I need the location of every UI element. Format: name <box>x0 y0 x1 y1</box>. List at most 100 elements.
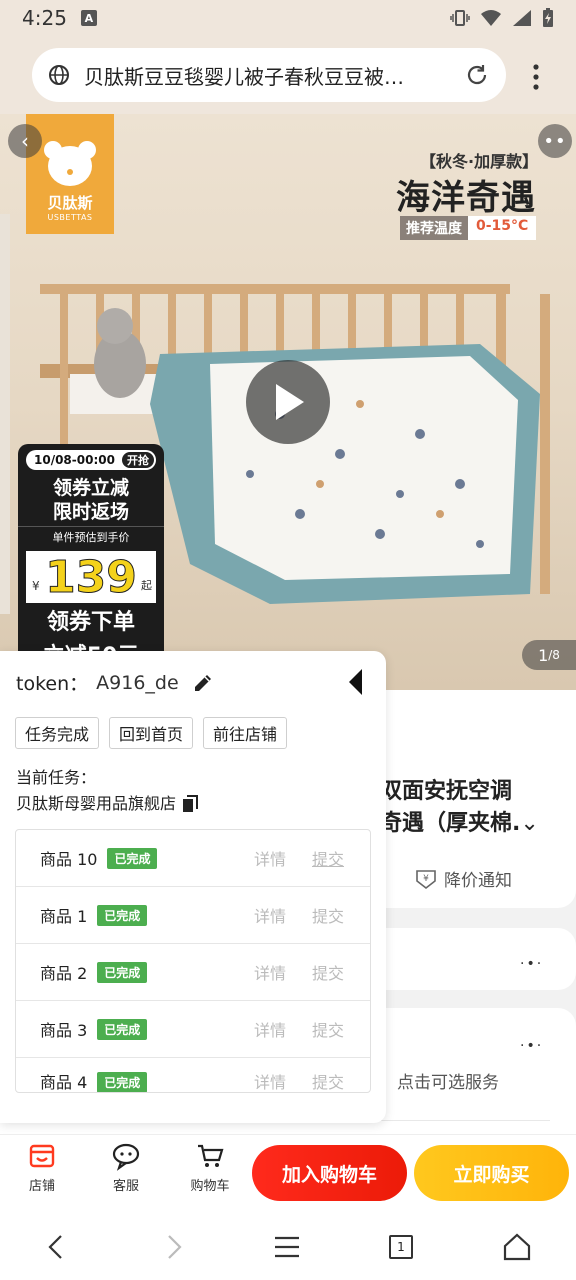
card-more-icon[interactable]: ·•· <box>520 956 548 972</box>
brand-name-en: USBETTAS <box>47 213 93 222</box>
status-bar: 4:25 A <box>0 0 576 36</box>
service-label: 客服 <box>112 1179 139 1194</box>
task-panel: token： A916_de 任务完成 回到首页 前往店铺 当前任务： 贝肽斯母… <box>0 651 386 1123</box>
chat-icon <box>112 1143 140 1171</box>
product-title-line2-text: 奇遇（厚夹棉. <box>380 811 521 836</box>
cart-button[interactable]: 购物车 <box>180 1141 240 1194</box>
signal-icon <box>513 10 531 26</box>
task-row: 商品 1 已完成 详情 提交 <box>16 887 370 944</box>
detail-link[interactable]: 详情 <box>254 846 286 870</box>
promo-currency: ¥ <box>32 579 40 593</box>
buy-now-button[interactable]: 立即购买 <box>414 1145 569 1201</box>
price-notify-button[interactable]: ¥ 降价通知 <box>414 866 512 891</box>
task-name: 商品 1 <box>40 907 88 926</box>
lamp-stand <box>0 214 10 614</box>
svg-text:¥: ¥ <box>423 874 429 884</box>
back-home-button[interactable]: 回到首页 <box>109 717 194 749</box>
price-tag-icon: ¥ <box>416 869 436 889</box>
task-row: 商品 4 已完成 详情 提交 <box>16 1058 370 1092</box>
gallery-counter: 1 /8 <box>522 640 576 670</box>
store-button[interactable]: 店铺 <box>12 1141 72 1194</box>
submit-link[interactable]: 提交 <box>312 903 344 927</box>
detail-link[interactable]: 详情 <box>254 960 286 984</box>
status-badge: 已完成 <box>107 847 158 869</box>
tabs-count: 1 <box>389 1235 413 1259</box>
edit-icon[interactable] <box>191 671 215 695</box>
status-badge: 已完成 <box>97 1018 148 1040</box>
product-gallery[interactable]: 贝肽斯 USBETTAS ‹ •• 【秋冬·加厚款】 海洋奇遇 推荐温度 0-1… <box>0 114 576 690</box>
temperature-value: 0-15°C <box>468 216 537 240</box>
cart-icon <box>198 1144 224 1167</box>
promo-price-suffix: 起 <box>141 579 152 592</box>
notification-icon: A <box>80 10 97 26</box>
service-more-icon[interactable]: ·•· <box>520 1038 548 1054</box>
detail-link[interactable]: 详情 <box>254 903 286 927</box>
promo-line3: 领券下单 <box>46 610 135 635</box>
play-button[interactable] <box>246 360 330 444</box>
token-value: A916_de <box>96 671 179 694</box>
service-button[interactable]: 客服 <box>96 1141 156 1194</box>
promo-open-label: 开抢 <box>122 452 154 468</box>
promo-line1: 领券立减 <box>52 477 129 499</box>
promo-badge: 10/08-00:00 开抢 领券立减 限时返场 单件预估到手价 ¥ 139 起… <box>18 444 164 664</box>
go-to-store-button[interactable]: 前往店铺 <box>203 717 288 749</box>
hero-title: 海洋奇遇 <box>396 178 536 218</box>
task-list[interactable]: 商品 10 已完成 详情 提交 商品 1 已完成 详情 提交 商品 2 已完成 … <box>15 829 371 1093</box>
task-row: 商品 10 已完成 详情 提交 <box>16 830 370 887</box>
submit-link[interactable]: 提交 <box>312 960 344 984</box>
cart-label: 购物车 <box>190 1179 230 1194</box>
price-notify-label: 降价通知 <box>444 871 512 891</box>
back-icon[interactable]: ‹ <box>8 124 42 158</box>
copy-icon[interactable] <box>182 795 200 813</box>
browser-menu-icon[interactable] <box>526 62 546 92</box>
store-icon <box>29 1144 55 1168</box>
promo-line2: 限时返场 <box>52 501 129 523</box>
task-name: 商品 2 <box>40 964 88 983</box>
store-label: 店铺 <box>28 1179 55 1194</box>
page-title: 贝肽斯豆豆毯婴儿被子春秋豆豆被… <box>84 64 404 89</box>
battery-icon <box>543 8 553 27</box>
nav-home-icon[interactable] <box>500 1230 534 1264</box>
more-icon[interactable]: •• <box>538 124 572 158</box>
status-badge: 已完成 <box>97 961 148 983</box>
promo-sub: 单件预估到手价 <box>18 526 164 545</box>
reload-icon[interactable] <box>464 62 490 88</box>
detail-link[interactable]: 详情 <box>254 1069 286 1092</box>
nav-menu-icon[interactable] <box>270 1230 304 1264</box>
address-bar[interactable]: 贝肽斯豆豆毯婴儿被子春秋豆豆被… <box>32 48 506 102</box>
submit-link[interactable]: 提交 <box>312 1017 344 1041</box>
temperature-tag: 推荐温度 0-15°C <box>400 216 537 240</box>
collapse-panel-icon[interactable] <box>346 667 366 697</box>
gallery-counter-total: /8 <box>548 648 560 662</box>
product-title-line2: 奇遇（厚夹棉.⌄ <box>380 808 539 840</box>
task-complete-button[interactable]: 任务完成 <box>15 717 100 749</box>
current-task: 当前任务： 贝肽斯母婴用品旗舰店 <box>16 765 200 817</box>
add-to-cart-button[interactable]: 加入购物车 <box>252 1145 407 1201</box>
globe-icon <box>49 65 69 85</box>
divider <box>380 1120 550 1121</box>
expand-chevron-icon[interactable]: ⌄ <box>520 811 538 836</box>
token-label: token： <box>16 673 89 695</box>
nav-tabs-button[interactable]: 1 <box>384 1230 418 1264</box>
service-hint: ，点击可选服务 <box>380 1073 499 1093</box>
task-row: 商品 2 已完成 详情 提交 <box>16 944 370 1001</box>
browser-toolbar: 贝肽斯豆豆毯婴儿被子春秋豆豆被… <box>0 36 576 114</box>
nav-back-icon[interactable] <box>40 1230 74 1264</box>
task-name: 商品 10 <box>40 850 98 869</box>
shop-row: 贝肽斯母婴用品旗舰店 <box>16 791 200 817</box>
task-name: 商品 3 <box>40 1021 88 1040</box>
nav-forward-icon[interactable] <box>156 1230 190 1264</box>
promo-date: 10/08-00:00 开抢 <box>26 450 156 470</box>
season-tag: 【秋冬·加厚款】 <box>420 152 539 171</box>
detail-link[interactable]: 详情 <box>254 1017 286 1041</box>
task-row: 商品 3 已完成 详情 提交 <box>16 1001 370 1058</box>
system-nav-bar: 1 <box>0 1210 576 1280</box>
current-task-label: 当前任务： <box>16 768 97 787</box>
panel-button-row: 任务完成 回到首页 前往店铺 <box>15 717 288 749</box>
promo-price-value: 139 <box>45 551 138 603</box>
submit-link[interactable]: 提交 <box>312 846 344 870</box>
product-title[interactable]: 双面安抚空调 奇遇（厚夹棉.⌄ <box>380 776 539 840</box>
submit-link[interactable]: 提交 <box>312 1069 344 1092</box>
wifi-icon <box>481 10 501 26</box>
status-badge: 已完成 <box>97 904 148 926</box>
